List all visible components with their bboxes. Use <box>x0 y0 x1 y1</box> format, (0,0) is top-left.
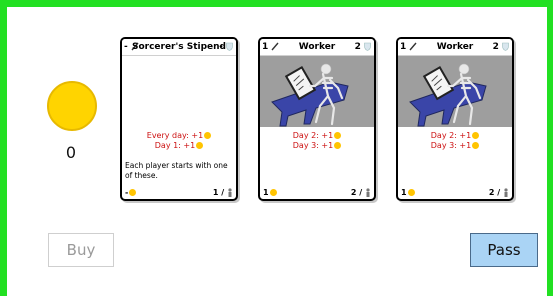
card-footer: 1 2 / <box>398 186 512 197</box>
card-top-right: 2 <box>355 42 371 52</box>
card-cost: - <box>125 188 137 197</box>
card-count: 2 / <box>489 188 509 197</box>
buy-button[interactable]: Buy <box>48 233 114 267</box>
coin-icon <box>472 132 480 139</box>
card-count: 2 / <box>351 188 371 197</box>
card-count: 1 / <box>213 188 233 197</box>
card-top-right: - <box>219 42 233 52</box>
skeleton-at-desk-illustration <box>409 63 487 127</box>
person-icon <box>504 188 508 197</box>
card-top-right-label: - <box>219 42 223 52</box>
effect-text: Every day: +1 <box>146 131 204 140</box>
card-worker[interactable]: 1 Worker 2 Day 2: +1 Day 3: +1 1 2 / <box>258 37 376 201</box>
card-cost-label: - <box>125 188 129 197</box>
card-footer: 1 2 / <box>260 186 374 197</box>
effect-line: Day 3: +1 <box>398 141 512 151</box>
card-count-label: 2 / <box>350 188 363 197</box>
skeleton-at-desk-illustration <box>271 63 349 127</box>
card-header: 1 Worker 2 <box>260 39 374 56</box>
card-sorcerers-stipend[interactable]: - Sorcerer's Stipend - Every day: +1 Day… <box>120 37 238 201</box>
effect-line: Day 3: +1 <box>260 141 374 151</box>
card-art <box>398 56 512 127</box>
card-header: - Sorcerer's Stipend - <box>122 39 236 56</box>
effect-line: Day 2: +1 <box>260 131 374 141</box>
card-effects: Every day: +1 Day 1: +1 <box>122 131 236 151</box>
card-count-label: 2 / <box>488 188 501 197</box>
coin-icon <box>129 189 137 196</box>
effect-text: Day 1: +1 <box>154 141 196 150</box>
card-effects: Day 2: +1 Day 3: +1 <box>398 131 512 151</box>
card-count-label: 1 / <box>212 188 225 197</box>
shield-icon <box>226 42 233 51</box>
effect-text: Day 2: +1 <box>292 131 334 140</box>
card-header: 1 Worker 2 <box>398 39 512 56</box>
pass-button[interactable]: Pass <box>470 233 538 267</box>
card-effects: Day 2: +1 Day 3: +1 <box>260 131 374 151</box>
effect-text: Day 2: +1 <box>430 131 472 140</box>
coin-icon <box>204 132 212 139</box>
card-worker[interactable]: 1 Worker 2 Day 2: +1 Day 3: +1 1 2 / <box>396 37 514 201</box>
card-top-right-label: 2 <box>492 42 499 52</box>
shield-icon <box>502 42 509 51</box>
card-cost-label: 1 <box>263 188 269 197</box>
coin-icon <box>334 142 342 149</box>
shield-icon <box>364 42 371 51</box>
card-cost: 1 <box>263 188 277 197</box>
card-cost-label: 1 <box>401 188 407 197</box>
effect-text: Day 3: +1 <box>430 141 472 150</box>
person-icon <box>366 188 370 197</box>
effect-text: Day 3: +1 <box>292 141 334 150</box>
person-icon <box>228 188 232 197</box>
effect-line: Day 2: +1 <box>398 131 512 141</box>
coin-icon <box>269 189 277 196</box>
coin-count: 0 <box>65 143 77 162</box>
card-description: Each player starts with one of these. <box>125 161 228 180</box>
coin-icon <box>334 132 342 139</box>
coin-icon <box>407 189 415 196</box>
card-footer: - 1 / <box>122 186 236 197</box>
coin-icon <box>47 81 97 131</box>
effect-line: Every day: +1 <box>122 131 236 141</box>
effect-line: Day 1: +1 <box>122 141 236 151</box>
card-top-right: 2 <box>493 42 509 52</box>
card-cost: 1 <box>401 188 415 197</box>
coin-icon <box>196 142 204 149</box>
card-top-right-label: 2 <box>354 42 361 52</box>
coin-icon <box>472 142 480 149</box>
card-art <box>260 56 374 127</box>
